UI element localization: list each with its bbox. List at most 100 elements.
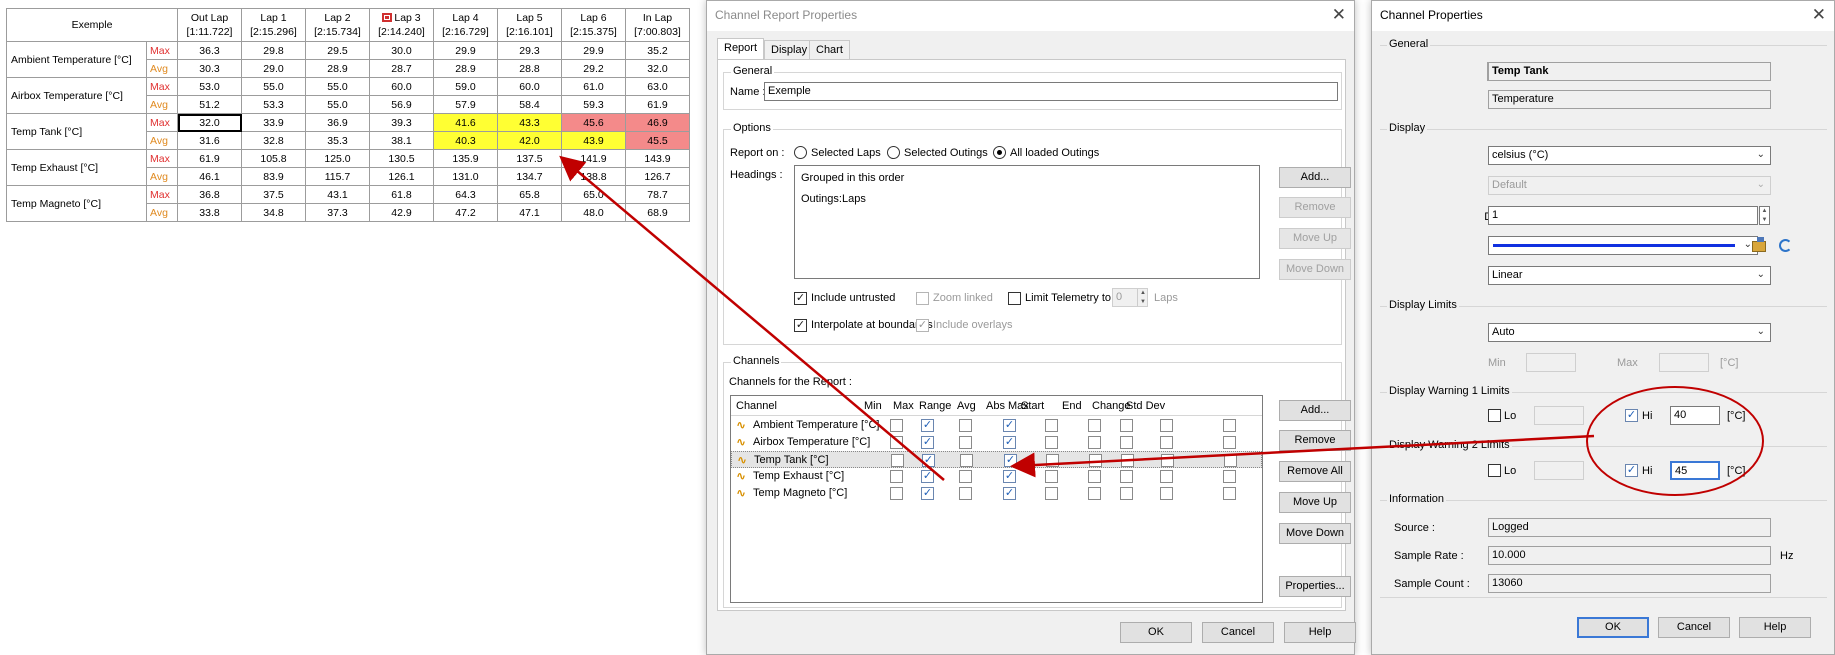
channels-add-button[interactable]: Add... [1279, 400, 1351, 421]
channel-stat-checkbox[interactable] [1223, 487, 1236, 500]
report-cell[interactable]: 36.8 [177, 185, 242, 204]
cp-decimal-input[interactable]: 1 [1488, 206, 1758, 225]
report-cell[interactable]: 55.0 [305, 95, 370, 114]
report-cell[interactable]: 43.3 [497, 113, 562, 132]
report-cell[interactable]: 143.9 [625, 149, 690, 168]
report-cell[interactable]: 45.6 [561, 113, 626, 132]
channels-grid-row[interactable]: ∿ Temp Tank [°C] ✓ ✓ [731, 451, 1262, 468]
report-cell[interactable]: 126.7 [625, 167, 690, 186]
report-cell[interactable]: 65.8 [497, 185, 562, 204]
cp-colour-select[interactable]: ⌄ [1488, 236, 1758, 255]
channel-stat-checkbox[interactable] [890, 419, 903, 432]
report-cell[interactable]: 29.0 [241, 59, 306, 78]
report-cell[interactable]: 51.2 [177, 95, 242, 114]
cp-unit-select[interactable]: celsius (°C) ⌄ [1488, 146, 1771, 165]
channels-grid-column-header[interactable]: Avg [957, 400, 976, 412]
channel-stat-checkbox[interactable] [1224, 454, 1237, 467]
report-cell[interactable]: 35.3 [305, 131, 370, 150]
warn2-lo-input[interactable] [1534, 461, 1584, 480]
channel-stat-checkbox[interactable] [959, 487, 972, 500]
cp-max-input[interactable] [1659, 353, 1709, 372]
channel-stat-checkbox[interactable] [1121, 454, 1134, 467]
warn2-hi-checkbox[interactable]: ✓ [1625, 464, 1638, 477]
warn1-hi-checkbox[interactable]: ✓ [1625, 409, 1638, 422]
report-cell[interactable]: 61.0 [561, 77, 626, 96]
channel-stat-checkbox[interactable] [1161, 454, 1174, 467]
channel-stat-checkbox[interactable] [959, 470, 972, 483]
report-cell[interactable]: 38.1 [369, 131, 434, 150]
tab-display[interactable]: Display [764, 40, 815, 60]
report-cell[interactable]: 53.3 [241, 95, 306, 114]
headings-add-button[interactable]: Add... [1279, 167, 1351, 188]
report-cell[interactable]: 64.3 [433, 185, 498, 204]
headings-remove-button[interactable]: Remove [1279, 197, 1351, 218]
report-cell[interactable]: 32.0 [625, 59, 690, 78]
report-cell[interactable]: 39.3 [369, 113, 434, 132]
channel-stat-checkbox[interactable] [890, 470, 903, 483]
channel-stat-checkbox[interactable]: ✓ [921, 436, 934, 449]
channel-stat-checkbox[interactable]: ✓ [1003, 487, 1016, 500]
cp-ok-button[interactable]: OK [1577, 617, 1649, 638]
crp-cancel-button[interactable]: Cancel [1202, 622, 1274, 643]
channels-grid-row[interactable]: ∿ Airbox Temperature [°C] ✓ ✓ [731, 434, 1262, 451]
report-cell[interactable]: 29.3 [497, 41, 562, 60]
report-cell[interactable]: 43.9 [561, 131, 626, 150]
report-cell[interactable]: 47.2 [433, 203, 498, 222]
report-cell[interactable]: 61.8 [369, 185, 434, 204]
report-cell[interactable]: 83.9 [241, 167, 306, 186]
channels-grid-row[interactable]: ∿ Ambient Temperature [°C] ✓ ✓ [731, 417, 1262, 434]
cp-decimal-spinner[interactable]: ▲ ▼ [1759, 206, 1770, 225]
report-cell[interactable]: 29.9 [561, 41, 626, 60]
report-cell[interactable]: 58.4 [497, 95, 562, 114]
report-cell[interactable]: 57.9 [433, 95, 498, 114]
report-cell[interactable]: 46.9 [625, 113, 690, 132]
radio-selected-outings[interactable] [887, 146, 900, 159]
channel-stat-checkbox[interactable] [1223, 470, 1236, 483]
report-cell[interactable]: 40.3 [433, 131, 498, 150]
report-cell[interactable]: 43.1 [305, 185, 370, 204]
limit-telemetry-checkbox[interactable] [1008, 292, 1021, 305]
channels-grid-column-header[interactable]: Start [1021, 400, 1044, 412]
report-cell[interactable]: 135.9 [433, 149, 498, 168]
cp-mode-select[interactable]: Auto ⌄ [1488, 323, 1771, 342]
report-cell[interactable]: 29.8 [241, 41, 306, 60]
report-cell[interactable]: 34.8 [241, 203, 306, 222]
report-cell[interactable]: 28.7 [369, 59, 434, 78]
cp-quantity-input[interactable]: Temperature [1488, 90, 1771, 109]
channel-stat-checkbox[interactable] [1160, 436, 1173, 449]
channels-move-up-button[interactable]: Move Up [1279, 492, 1351, 513]
report-cell[interactable]: 125.0 [305, 149, 370, 168]
interpolate-checkbox[interactable]: ✓ [794, 319, 807, 332]
report-cell[interactable]: 33.9 [241, 113, 306, 132]
report-cell[interactable]: 45.5 [625, 131, 690, 150]
warn2-lo-checkbox[interactable] [1488, 464, 1501, 477]
tab-report[interactable]: Report [717, 38, 765, 60]
report-cell[interactable]: 68.9 [625, 203, 690, 222]
report-cell[interactable]: 42.0 [497, 131, 562, 150]
limit-telemetry-spinner[interactable]: ▲ ▼ [1137, 289, 1148, 306]
report-cell[interactable]: 60.0 [497, 77, 562, 96]
channel-stat-checkbox[interactable] [1160, 419, 1173, 432]
colour-palette-icon[interactable] [1752, 237, 1766, 252]
channels-grid[interactable]: Channel Min Max Range Avg Abs Max Start End Chan… [730, 395, 1263, 603]
report-cell[interactable]: 130.5 [369, 149, 434, 168]
report-cell[interactable]: 42.9 [369, 203, 434, 222]
cp-upsampling-select[interactable]: Linear ⌄ [1488, 266, 1771, 285]
channel-stat-checkbox[interactable]: ✓ [921, 487, 934, 500]
channel-stat-checkbox[interactable] [1045, 419, 1058, 432]
include-untrusted-checkbox[interactable]: ✓ [794, 292, 807, 305]
report-cell[interactable]: 60.0 [369, 77, 434, 96]
zoom-linked-checkbox[interactable] [916, 292, 929, 305]
report-cell[interactable]: 131.0 [433, 167, 498, 186]
tab-chart[interactable]: Chart [809, 40, 850, 60]
channel-stat-checkbox[interactable] [890, 436, 903, 449]
crp-name-input[interactable]: Exemple [764, 82, 1338, 101]
report-cell[interactable]: 61.9 [177, 149, 242, 168]
channel-stat-checkbox[interactable] [1045, 436, 1058, 449]
headings-move-up-button[interactable]: Move Up [1279, 228, 1351, 249]
warn2-hi-input[interactable]: 45 [1670, 461, 1720, 480]
report-cell[interactable]: 28.8 [497, 59, 562, 78]
channel-stat-checkbox[interactable]: ✓ [921, 419, 934, 432]
report-cell[interactable]: 56.9 [369, 95, 434, 114]
channels-grid-column-header[interactable]: Max [893, 400, 914, 412]
